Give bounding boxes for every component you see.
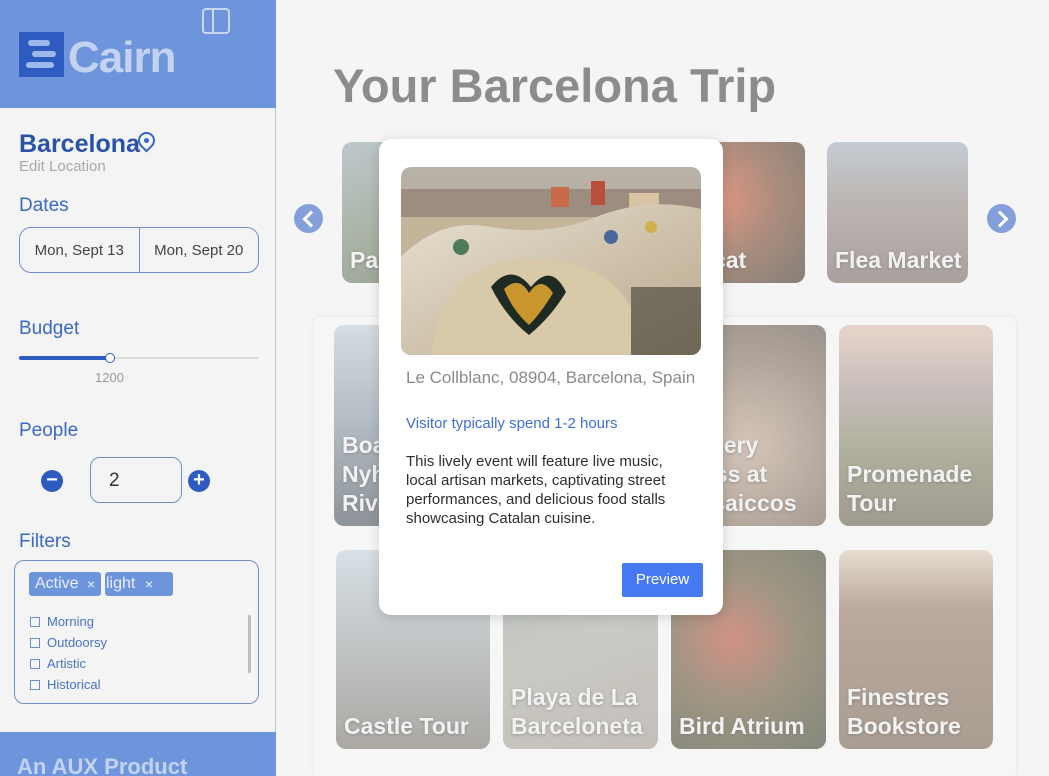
people-label: People bbox=[19, 420, 79, 441]
sidebar-footer: An AUX Product bbox=[0, 732, 276, 776]
filter-option-morning[interactable]: Morning bbox=[30, 614, 94, 629]
filter-option-label: Historical bbox=[47, 677, 101, 692]
filter-option-artistic[interactable]: Artistic bbox=[30, 656, 86, 671]
filters-scrollbar[interactable] bbox=[248, 615, 251, 673]
chip-close-icon[interactable]: × bbox=[87, 572, 95, 596]
footer-tagline: An AUX Product bbox=[17, 754, 188, 776]
checkbox[interactable] bbox=[30, 616, 40, 627]
activity-photo bbox=[401, 167, 701, 355]
cairn-logo-icon bbox=[19, 32, 64, 77]
date-range-picker: Mon, Sept 13 Mon, Sept 20 bbox=[19, 227, 259, 273]
filter-option-outdoorsy[interactable]: Outdoorsy bbox=[30, 635, 107, 650]
budget-slider-fill bbox=[19, 356, 111, 360]
sidebar-header: Cairn bbox=[0, 0, 276, 108]
filter-option-label: Artistic bbox=[47, 656, 86, 671]
preview-button[interactable]: Preview bbox=[622, 563, 703, 597]
people-count-input[interactable]: 2 bbox=[90, 457, 182, 503]
filter-chip-active[interactable]: Active × bbox=[29, 572, 101, 596]
budget-label: Budget bbox=[19, 318, 80, 339]
location-city: Barcelona bbox=[19, 130, 140, 158]
chip-close-icon[interactable]: × bbox=[145, 572, 153, 596]
sidebar: Cairn Barcelona Edit Location Dates Mon,… bbox=[0, 0, 276, 776]
dates-label: Dates bbox=[19, 195, 69, 216]
filter-option-label: Morning bbox=[47, 614, 94, 629]
filter-chip-label: light bbox=[106, 575, 136, 592]
end-date-field[interactable]: Mon, Sept 20 bbox=[138, 228, 259, 272]
filters-label: Filters bbox=[19, 531, 71, 552]
checkbox[interactable] bbox=[30, 637, 40, 648]
filters-box: Active × light × Morning Outdoorsy Artis… bbox=[14, 560, 259, 704]
activity-address: Le Collblanc, 08904, Barcelona, Spain bbox=[406, 368, 696, 387]
budget-value: 1200 bbox=[95, 370, 124, 385]
app-logo-text: Cairn bbox=[68, 33, 176, 82]
sidebar-toggle-icon[interactable] bbox=[202, 8, 230, 34]
checkbox[interactable] bbox=[30, 679, 40, 690]
budget-slider-thumb[interactable] bbox=[105, 353, 116, 363]
decrease-people-button[interactable]: − bbox=[41, 470, 63, 492]
activity-description: This lively event will feature live musi… bbox=[406, 453, 666, 527]
edit-location-link[interactable]: Edit Location bbox=[19, 158, 106, 175]
start-date-field[interactable]: Mon, Sept 13 bbox=[20, 228, 139, 272]
activity-detail-modal: Le Collblanc, 08904, Barcelona, Spain Vi… bbox=[379, 139, 723, 615]
filter-chip-light[interactable]: light × bbox=[105, 572, 173, 596]
filter-option-label: Outdoorsy bbox=[47, 635, 107, 650]
filter-option-historical[interactable]: Historical bbox=[30, 677, 100, 692]
filter-chip-label: Active bbox=[35, 575, 79, 592]
visit-duration-link[interactable]: Visitor typically spend 1-2 hours bbox=[406, 415, 618, 432]
checkbox[interactable] bbox=[30, 658, 40, 669]
increase-people-button[interactable]: + bbox=[188, 470, 210, 492]
budget-slider[interactable] bbox=[19, 350, 259, 363]
